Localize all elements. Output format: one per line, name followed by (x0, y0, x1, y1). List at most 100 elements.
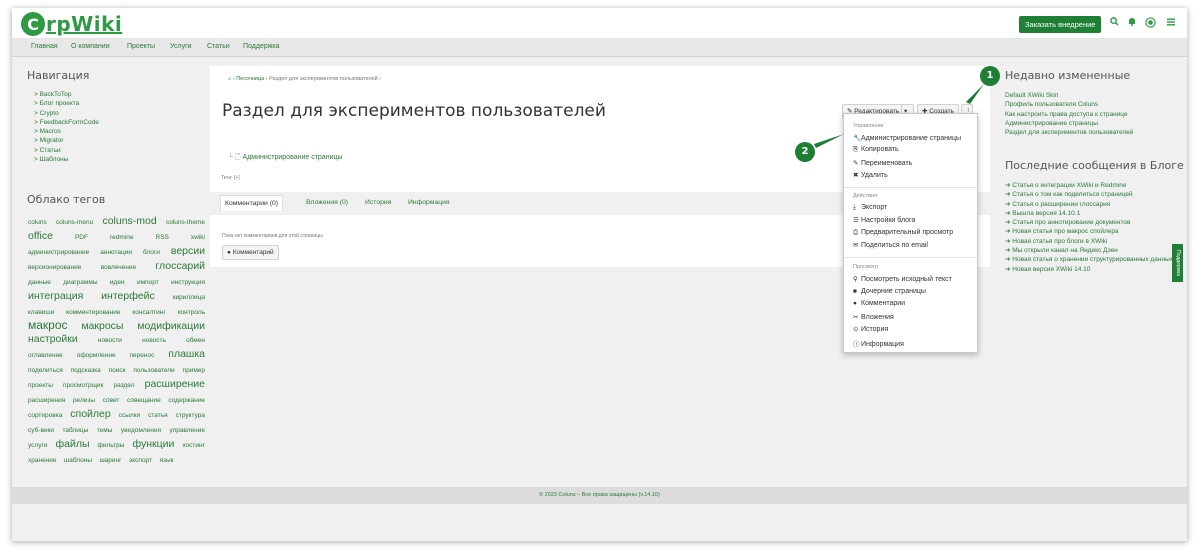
bell-icon[interactable] (1125, 17, 1139, 31)
nav-tree-item[interactable]: > Блог проекта (34, 99, 99, 108)
tab-comments[interactable]: Комментарии (0) (220, 195, 284, 211)
hamburger-menu-icon[interactable] (1164, 17, 1178, 31)
tag-link[interactable]: клавиши (28, 309, 54, 316)
blog-item[interactable]: ➔ Мы открыли канал на Яндекс Дзен (1005, 246, 1175, 255)
nav-support[interactable]: Поддержка (243, 43, 280, 50)
tag-link[interactable]: версионирование (28, 264, 81, 271)
breadcrumb-current[interactable]: Раздел для экспериментов пользователей › (269, 76, 381, 82)
tag-link[interactable]: поиск (109, 367, 126, 374)
menu-item-child-pages[interactable]: ■ Дочерние страницы (853, 288, 926, 295)
tag-link[interactable]: оглавление (28, 352, 63, 359)
search-icon[interactable] (1107, 17, 1121, 31)
blog-item[interactable]: ➔ Новая статья о хранении структурирован… (1005, 255, 1175, 264)
nav-articles[interactable]: Статьи (207, 43, 230, 50)
nav-tree-item[interactable]: > Шаблоны (34, 155, 99, 164)
add-comment-button[interactable]: ● Комментарий (222, 245, 279, 260)
nav-tree-item[interactable]: > Crypto (34, 109, 99, 118)
blog-item[interactable]: ➔ Статья про аннотирование документов (1005, 218, 1175, 227)
order-button[interactable]: Заказать внедрение (1019, 16, 1102, 33)
tag-link[interactable]: аннотации (100, 249, 132, 256)
tag-link[interactable]: новости (98, 337, 122, 344)
nav-services[interactable]: Услуги (170, 43, 192, 50)
nav-projects[interactable]: Проекты (127, 43, 155, 50)
blog-item[interactable]: ➔ Новая статья про блоги в XWiki (1005, 237, 1175, 246)
blog-item[interactable]: ➔ Статья о интеграции XWiki и Redmine (1005, 181, 1175, 190)
menu-item-blog-settings[interactable]: ☰ Настройки блога (853, 216, 915, 224)
menu-item-admin-page[interactable]: 🔧Администрирование страницы (853, 134, 961, 142)
recent-item[interactable]: Администрирование страницы (1005, 119, 1175, 128)
tag-link[interactable]: расширение (145, 378, 205, 390)
menu-item-view-source[interactable]: ⚲ Посмотреть исходный текст (853, 275, 952, 283)
tag-link[interactable]: PDF (75, 234, 88, 241)
menu-item-comments[interactable]: ● Комментарии (853, 300, 905, 307)
tag-link[interactable]: данные (28, 279, 51, 286)
breadcrumb-home[interactable]: ⌂ › (228, 76, 235, 82)
nav-tree-item[interactable]: > Macros (34, 127, 99, 136)
tag-link[interactable]: идеи (110, 279, 125, 286)
tag-link[interactable]: новость (142, 337, 166, 344)
tag-link[interactable]: расширения (28, 397, 65, 404)
tag-link[interactable]: содержание (168, 397, 205, 404)
tag-link[interactable]: перенос (130, 352, 155, 359)
tag-link[interactable]: макросы (81, 320, 123, 332)
tag-link[interactable]: шаблоны (64, 457, 92, 464)
blog-item[interactable]: ➔ Новая статья про макрос спойлера (1005, 227, 1175, 236)
tag-link[interactable]: поделиться (28, 367, 63, 374)
tag-link[interactable]: проекты (28, 382, 53, 389)
recent-item[interactable]: Раздел для экспериментов пользователей (1005, 128, 1175, 137)
support-side-tab[interactable]: Поддержка (1172, 244, 1183, 282)
tag-link[interactable]: статья (148, 412, 168, 419)
tag-link[interactable]: настройки (28, 333, 78, 345)
tag-link[interactable]: контроль (178, 309, 205, 316)
tag-link[interactable]: структура (176, 412, 205, 419)
tag-link[interactable]: консалтинг (132, 309, 165, 316)
tag-link[interactable]: обмен (186, 337, 205, 344)
menu-item-delete[interactable]: ✖ Удалить (853, 171, 888, 179)
tag-link[interactable]: администрирование (28, 249, 89, 256)
tag-link[interactable]: комментирование (66, 309, 120, 316)
tag-link[interactable]: интерфейс (101, 290, 155, 302)
tag-link[interactable]: office (28, 230, 53, 242)
tag-link[interactable]: темы (97, 427, 113, 434)
tag-link[interactable]: оформление (77, 352, 116, 359)
tag-link[interactable]: экспорт (129, 457, 152, 464)
tag-link[interactable]: совещание (127, 397, 161, 404)
tag-link[interactable]: глоссарий (155, 260, 205, 272)
tag-link[interactable]: суб-вики (28, 427, 54, 434)
tag-link[interactable]: уведомления (121, 427, 161, 434)
tag-link[interactable]: фильтры (98, 442, 125, 449)
tag-link[interactable]: инструкция (171, 279, 205, 286)
tag-link[interactable]: макрос (28, 318, 68, 332)
tag-link[interactable]: модификации (137, 320, 205, 332)
menu-item-rename[interactable]: ✎ Переименовать (853, 159, 912, 167)
tab-attachments[interactable]: Вложения (0) (302, 195, 352, 210)
tag-link[interactable]: xwiki (191, 234, 205, 241)
tab-information[interactable]: Информация (404, 195, 454, 210)
nav-home[interactable]: Главная (31, 43, 58, 50)
tag-link[interactable]: плашка (168, 348, 205, 360)
tags-line[interactable]: Теги: [+] (221, 175, 240, 181)
tag-link[interactable]: просмотрщик (63, 382, 103, 389)
tag-link[interactable]: язык (159, 457, 173, 464)
recent-item[interactable]: Default XWiki Skin (1005, 91, 1175, 100)
child-page-link[interactable]: └ 🗋 Администрирование страницы (228, 153, 343, 164)
blog-item[interactable]: ➔ Статья о расширении глоссария (1005, 200, 1175, 209)
menu-item-copy[interactable]: ⎘ Копировать (853, 146, 899, 154)
tag-link[interactable]: шаринг (99, 457, 121, 464)
tag-link[interactable]: coluns (28, 219, 47, 226)
tag-link[interactable]: раздел (114, 382, 135, 389)
logo[interactable]: C rpWiki (21, 11, 122, 37)
nav-tree-item[interactable]: > Migrator (34, 136, 99, 145)
tag-link[interactable]: услуги (28, 442, 47, 449)
tag-link[interactable]: файлы (55, 438, 89, 450)
menu-item-attachments[interactable]: ✂ Вложения (853, 313, 894, 321)
tag-link[interactable]: блоги (143, 249, 160, 256)
tag-link[interactable]: подсказка (71, 367, 101, 374)
tag-link[interactable]: сортировка (28, 412, 62, 419)
tag-link[interactable]: интеграция (28, 290, 83, 302)
recent-item[interactable]: Профиль пользователя Coluns (1005, 100, 1175, 109)
tag-link[interactable]: спойлер (70, 408, 110, 420)
blog-item[interactable]: ➔ Новая версия XWiki 14.10 (1005, 265, 1175, 274)
tag-link[interactable]: coluns-mod (102, 215, 156, 227)
tag-link[interactable]: вовлечение (101, 264, 136, 271)
